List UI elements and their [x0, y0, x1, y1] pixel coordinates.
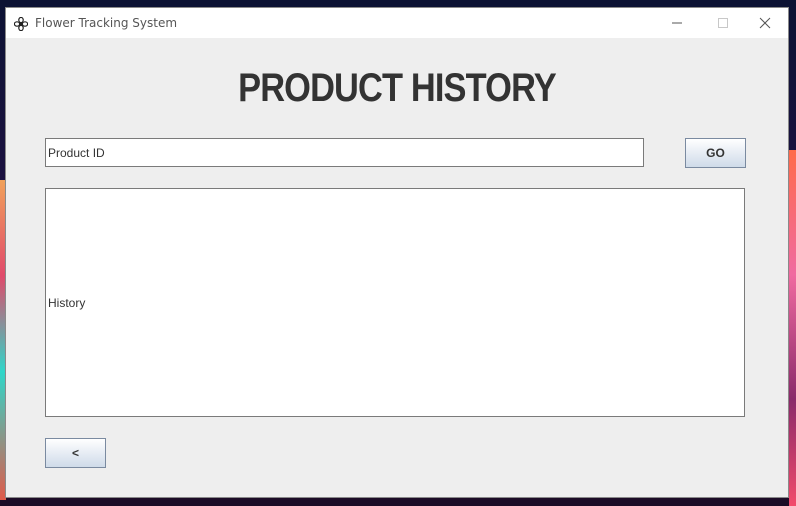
history-area[interactable]: History [45, 188, 745, 417]
flower-icon [13, 16, 29, 32]
desktop-wallpaper-right [789, 150, 796, 506]
maximize-button[interactable] [700, 8, 746, 38]
window-title: Flower Tracking System [35, 16, 178, 30]
close-icon [759, 17, 771, 29]
title-bar[interactable]: Flower Tracking System [6, 8, 788, 38]
back-button[interactable]: < [45, 438, 106, 468]
app-window: Flower Tracking System PRODUCT HISTORY G… [5, 7, 789, 498]
product-id-input[interactable] [45, 138, 644, 167]
history-label: History [48, 296, 86, 310]
minimize-button[interactable] [654, 8, 700, 38]
go-button[interactable]: GO [685, 138, 746, 168]
minimize-icon [672, 22, 682, 24]
maximize-icon [718, 18, 728, 28]
page-title: PRODUCT HISTORY [238, 66, 557, 110]
close-button[interactable] [742, 8, 788, 38]
